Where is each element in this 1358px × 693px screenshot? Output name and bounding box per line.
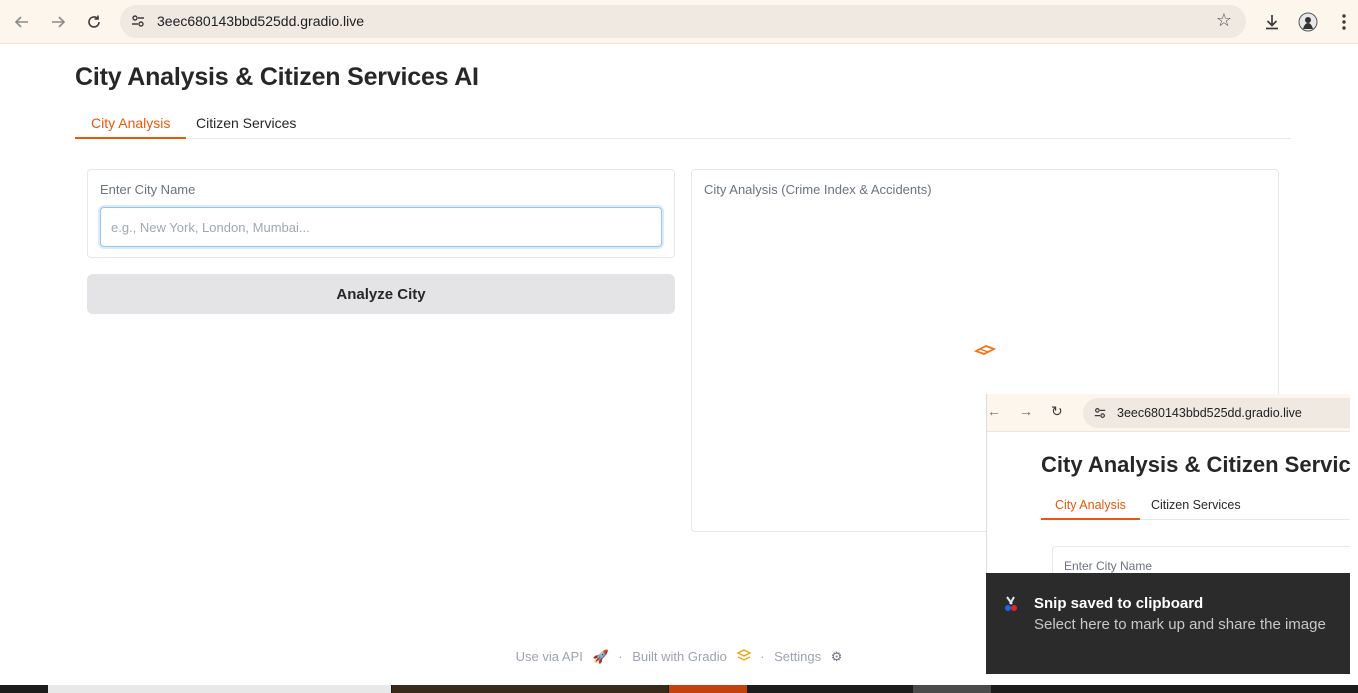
- snip-page-title: City Analysis & Citizen Services: [1041, 452, 1350, 477]
- output-label: City Analysis (Crime Index & Accidents): [704, 182, 932, 197]
- settings-link[interactable]: Settings: [774, 649, 821, 664]
- analyze-city-button[interactable]: Analyze City: [87, 274, 675, 314]
- site-settings-icon[interactable]: [130, 13, 146, 29]
- use-via-api-link[interactable]: Use via API: [516, 649, 583, 664]
- snip-preview-thumbnail: ← → ↻ 3eec680143bbd525dd.gradio.live Cit…: [986, 394, 1350, 574]
- tab-citizen-services[interactable]: Citizen Services: [180, 113, 312, 139]
- built-with-gradio-link[interactable]: Built with Gradio: [632, 649, 727, 664]
- forward-icon[interactable]: [46, 10, 70, 34]
- taskbar-search-box[interactable]: [48, 685, 391, 693]
- footer-separator: ·: [618, 649, 623, 664]
- os-taskbar: [0, 685, 1358, 693]
- snip-tab-bar: City Analysis Citizen Services: [1041, 494, 1350, 520]
- taskbar-app-button[interactable]: [669, 685, 747, 693]
- browser-menu-icon[interactable]: [1332, 10, 1356, 34]
- snip-browser-bar: ← → ↻ 3eec680143bbd525dd.gradio.live: [987, 394, 1350, 432]
- city-name-input[interactable]: [100, 207, 662, 247]
- snip-site-settings-icon: [1094, 408, 1106, 418]
- bookmark-star-icon[interactable]: ☆: [1216, 10, 1232, 31]
- url-text: 3eec680143bbd525dd.gradio.live: [157, 13, 365, 29]
- reload-icon[interactable]: [82, 10, 106, 34]
- page-title: City Analysis & Citizen Services AI: [75, 63, 479, 91]
- browser-toolbar: 3eec680143bbd525dd.gradio.live ☆: [0, 0, 1358, 44]
- snip-input-panel: Enter City Name: [1052, 546, 1350, 574]
- snip-address-bar: 3eec680143bbd525dd.gradio.live: [1083, 398, 1350, 428]
- toast-body: Select here to mark up and share the ima…: [1034, 616, 1326, 633]
- tab-city-analysis[interactable]: City Analysis: [75, 113, 187, 139]
- rocket-icon: 🚀: [592, 649, 609, 664]
- tab-bar: City Analysis Citizen Services: [75, 111, 1291, 139]
- taskbar-app-button-active[interactable]: [913, 685, 991, 693]
- settings-gear-icon: ⚙: [830, 649, 843, 664]
- snipping-tool-icon: [1005, 596, 1017, 611]
- address-bar[interactable]: 3eec680143bbd525dd.gradio.live ☆: [120, 5, 1246, 38]
- back-icon[interactable]: [10, 10, 34, 34]
- city-input-label: Enter City Name: [100, 182, 196, 197]
- snip-input-label: Enter City Name: [1064, 559, 1153, 573]
- footer-separator: ·: [760, 649, 765, 664]
- snip-forward-icon: →: [1019, 403, 1033, 419]
- profile-avatar-icon[interactable]: [1296, 10, 1320, 34]
- snip-reload-icon: ↻: [1051, 403, 1063, 419]
- toast-title: Snip saved to clipboard: [1034, 595, 1204, 612]
- gradio-logo-icon: [736, 649, 755, 664]
- snip-back-icon: ←: [987, 403, 1001, 419]
- snip-tab-citizen-services: Citizen Services: [1151, 498, 1241, 512]
- download-icon[interactable]: [1260, 10, 1284, 34]
- city-input-panel: Enter City Name: [87, 169, 675, 258]
- snip-notification-toast[interactable]: Snip saved to clipboard Select here to m…: [986, 573, 1350, 674]
- taskbar-widget: [392, 685, 668, 693]
- snip-tab-city-analysis: City Analysis: [1041, 496, 1140, 520]
- snip-url-text: 3eec680143bbd525dd.gradio.live: [1117, 406, 1302, 420]
- loading-spinner-icon: [974, 345, 996, 355]
